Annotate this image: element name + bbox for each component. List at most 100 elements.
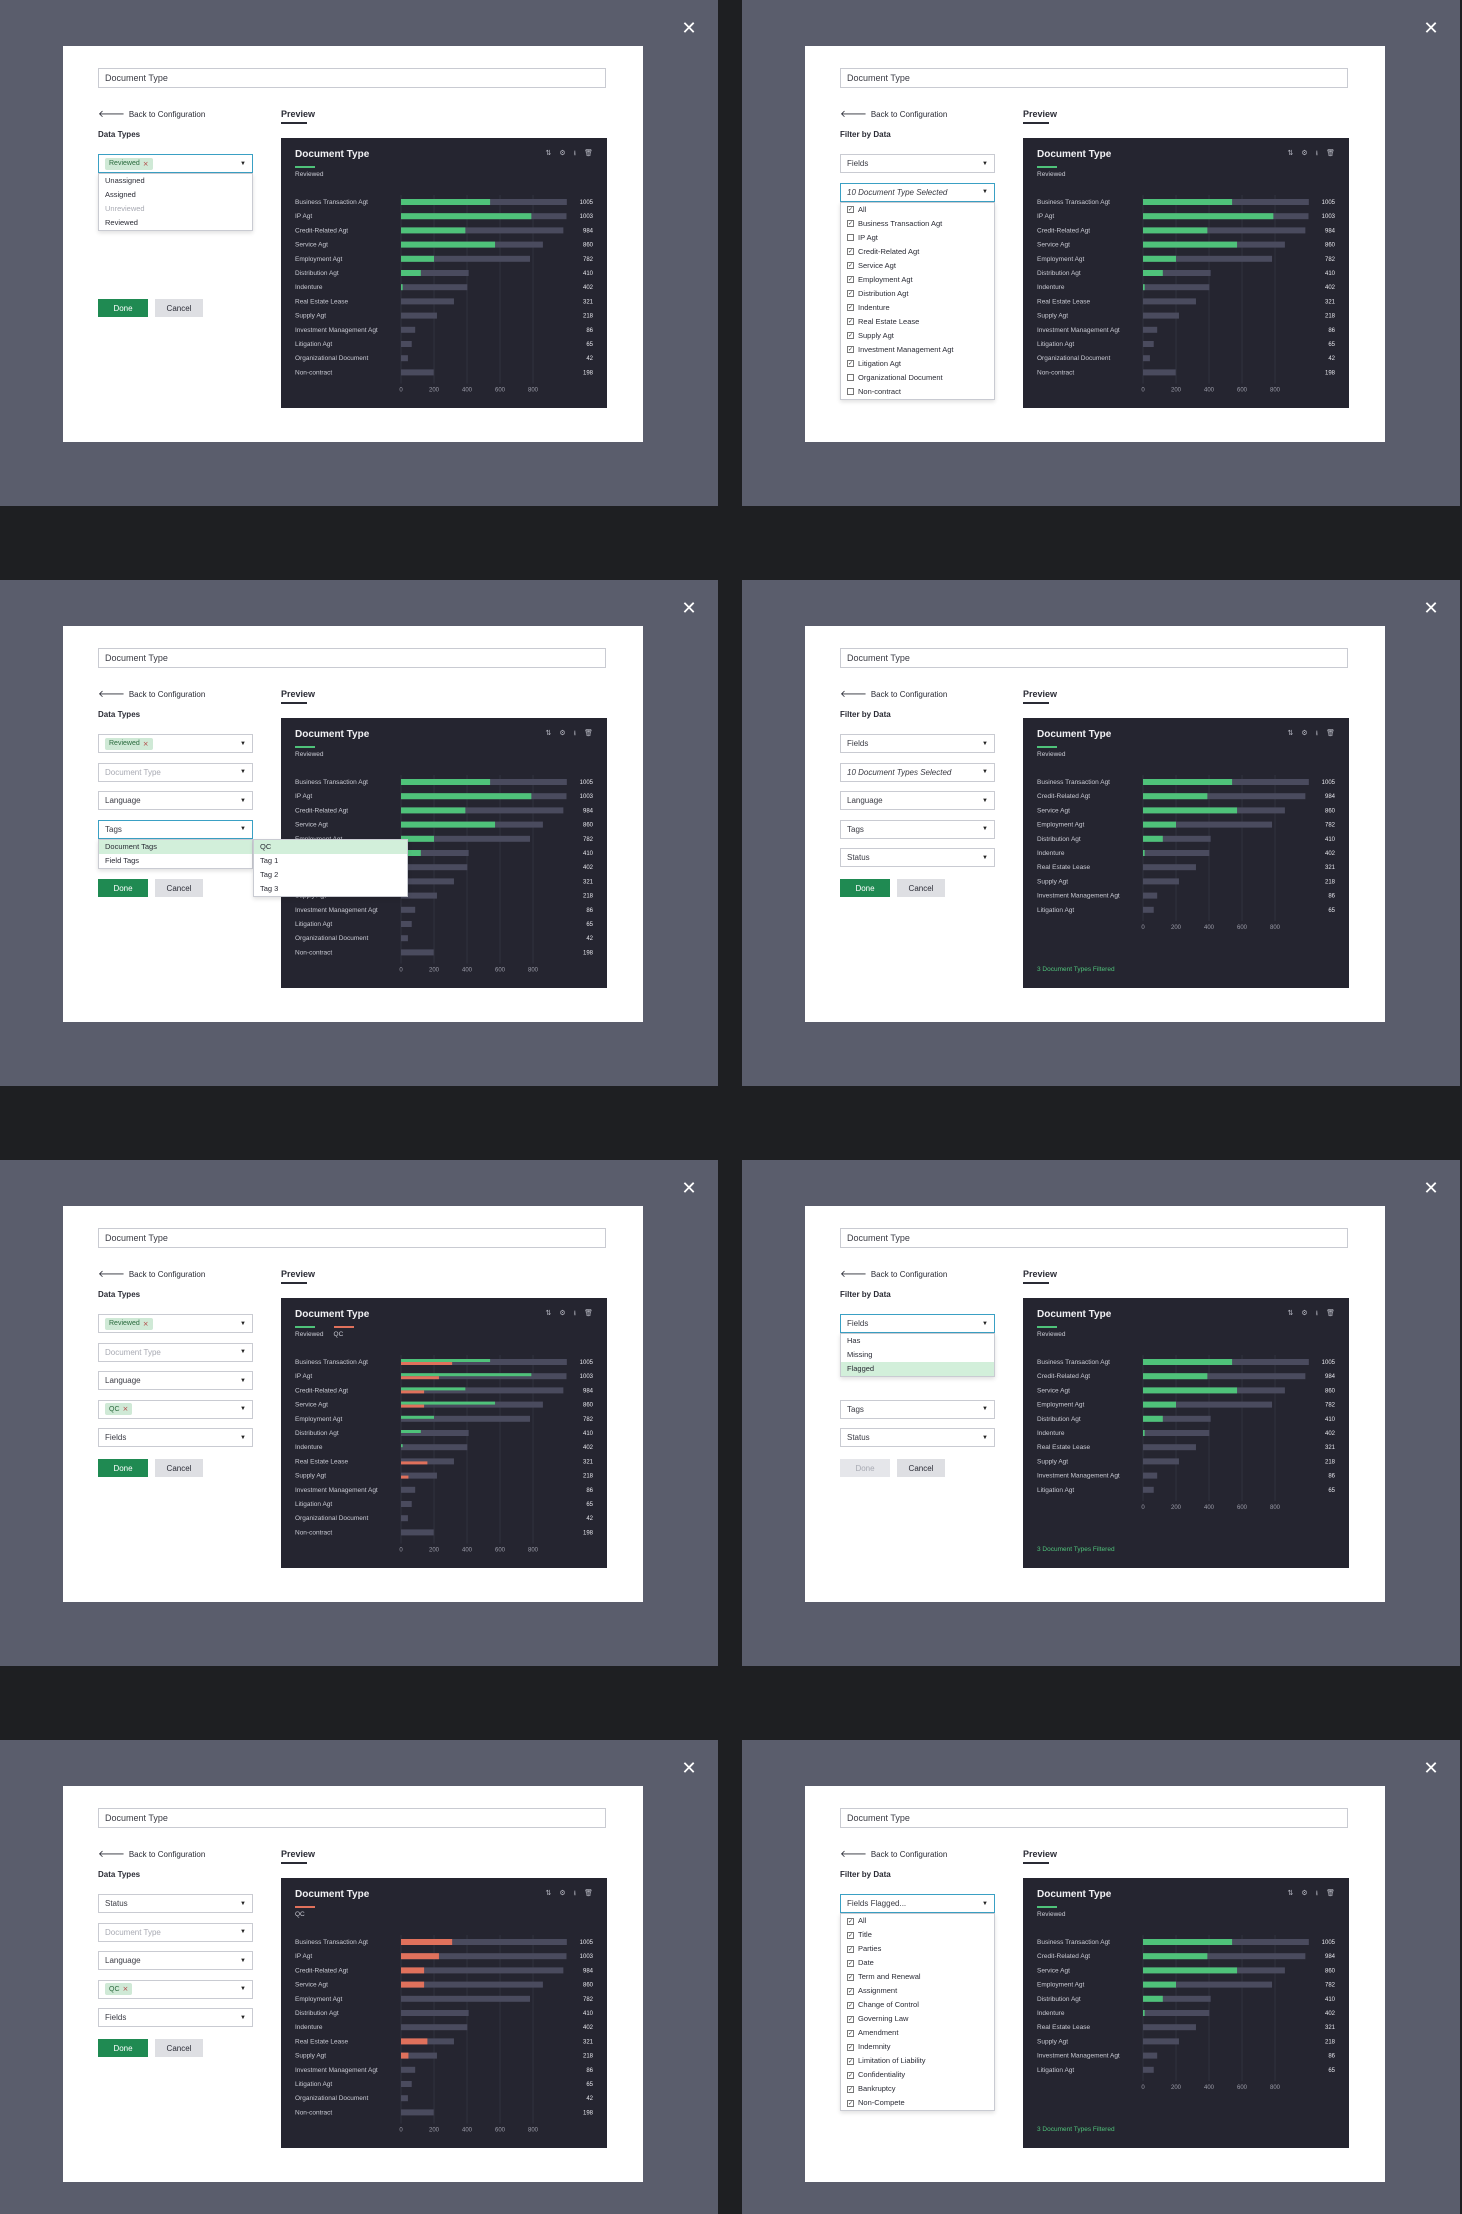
back-to-configuration-link[interactable]: 🡐 Back to Configuration — [840, 1848, 947, 1860]
select-field[interactable]: Document Type ▼ — [98, 1922, 253, 1942]
select-field[interactable]: Status ▼ — [840, 848, 995, 867]
back-to-configuration-link[interactable]: 🡐 Back to Configuration — [98, 688, 205, 700]
checkbox-checked-icon[interactable]: ✓ — [847, 290, 854, 297]
checkbox-checked-icon[interactable]: ✓ — [847, 318, 854, 325]
dropdown-option[interactable]: ✓ Indenture — [841, 301, 994, 315]
checkbox-checked-icon[interactable]: ✓ — [847, 332, 854, 339]
close-icon[interactable]: ✕ — [680, 600, 698, 618]
widget-title-input[interactable]: Document Type — [98, 1808, 606, 1828]
remove-tag-icon[interactable]: × — [123, 1985, 129, 1993]
select-field[interactable]: Document Type ▼ — [98, 762, 253, 782]
dropdown-option[interactable]: ✓ Term and Renewal — [841, 1970, 994, 1984]
dropdown-option[interactable]: ✓ Parties — [841, 1942, 994, 1956]
checkbox-checked-icon[interactable]: ✓ — [847, 2001, 854, 2009]
dropdown-option[interactable]: ✓ Bankruptcy — [841, 2082, 994, 2096]
checkbox-checked-icon[interactable]: ✓ — [847, 2057, 854, 2065]
back-to-configuration-link[interactable]: 🡐 Back to Configuration — [98, 1848, 205, 1860]
remove-tag-icon[interactable]: × — [143, 1320, 149, 1328]
checkbox-checked-icon[interactable]: ✓ — [847, 304, 854, 311]
checkbox-icon[interactable] — [847, 234, 854, 241]
dropdown-option[interactable]: Field Tags — [99, 854, 252, 868]
close-icon[interactable]: ✕ — [1422, 600, 1440, 618]
select-field[interactable]: Fields ▼ — [98, 1428, 253, 1447]
checkbox-checked-icon[interactable]: ✓ — [847, 1931, 854, 1939]
dropdown-option[interactable]: Unassigned — [99, 174, 252, 188]
back-to-configuration-link[interactable]: 🡐 Back to Configuration — [840, 1268, 947, 1280]
select-field[interactable]: 10 Document Types Selected ▼ — [840, 762, 995, 782]
close-icon[interactable]: ✕ — [1422, 1180, 1440, 1198]
select-field[interactable]: Reviewed × ▼ — [98, 734, 253, 753]
checkbox-checked-icon[interactable]: ✓ — [847, 2085, 854, 2093]
dropdown-option[interactable]: Organizational Document — [841, 371, 994, 385]
checkbox-checked-icon[interactable]: ✓ — [847, 1973, 854, 1981]
dropdown-option[interactable]: ✓ Investment Management Agt — [841, 343, 994, 357]
cancel-button[interactable]: Cancel — [155, 879, 203, 897]
checkbox-checked-icon[interactable]: ✓ — [847, 360, 854, 367]
dropdown-option[interactable]: ✓ Amendment — [841, 2026, 994, 2040]
dropdown-option[interactable]: ✓ Litigation Agt — [841, 357, 994, 371]
select-field[interactable]: Fields ▼ — [840, 734, 995, 753]
select-field[interactable]: Fields ▼ — [840, 1314, 995, 1333]
select-field[interactable]: Reviewed × ▼ — [98, 1314, 253, 1333]
back-to-configuration-link[interactable]: 🡐 Back to Configuration — [840, 108, 947, 120]
dropdown-option[interactable]: ✓ Business Transaction Agt — [841, 217, 994, 231]
cancel-button[interactable]: Cancel — [155, 299, 203, 317]
checkbox-checked-icon[interactable]: ✓ — [847, 1917, 854, 1925]
dropdown-option[interactable]: ✓ Title — [841, 1928, 994, 1942]
done-button[interactable]: Done — [840, 879, 890, 897]
checkbox-checked-icon[interactable]: ✓ — [847, 1959, 854, 1967]
submenu-option[interactable]: Tag 1 — [254, 854, 407, 868]
select-field[interactable]: Tags ▼ — [840, 1399, 995, 1419]
dropdown-option[interactable]: ✓ Governing Law — [841, 2012, 994, 2026]
widget-title-input[interactable]: Document Type — [98, 648, 606, 668]
close-icon[interactable]: ✕ — [1422, 1760, 1440, 1778]
checkbox-checked-icon[interactable]: ✓ — [847, 2043, 854, 2051]
select-field[interactable]: Language ▼ — [98, 1951, 253, 1970]
dropdown-option[interactable]: Reviewed — [99, 216, 252, 230]
dropdown-option[interactable]: ✓ Employment Agt — [841, 273, 994, 287]
dropdown-option[interactable]: Has — [841, 1334, 994, 1348]
dropdown-option[interactable]: ✓ Service Agt — [841, 259, 994, 273]
widget-title-input[interactable]: Document Type — [840, 1808, 1348, 1828]
dropdown-option[interactable]: ✓ Indemnity — [841, 2040, 994, 2054]
widget-title-input[interactable]: Document Type — [98, 1228, 606, 1248]
back-to-configuration-link[interactable]: 🡐 Back to Configuration — [98, 108, 205, 120]
select-field[interactable]: Status ▼ — [840, 1428, 995, 1447]
widget-title-input[interactable]: Document Type — [840, 68, 1348, 88]
back-to-configuration-link[interactable]: 🡐 Back to Configuration — [840, 688, 947, 700]
widget-title-input[interactable]: Document Type — [98, 68, 606, 88]
dropdown-option[interactable]: Document Tags — [99, 839, 252, 854]
widget-title-input[interactable]: Document Type — [840, 1228, 1348, 1248]
dropdown-option[interactable]: ✓ Date — [841, 1956, 994, 1970]
select-field[interactable]: Fields ▼ — [840, 154, 995, 173]
widget-title-input[interactable]: Document Type — [840, 648, 1348, 668]
checkbox-checked-icon[interactable]: ✓ — [847, 346, 854, 353]
checkbox-checked-icon[interactable]: ✓ — [847, 248, 854, 255]
select-field[interactable]: Fields ▼ — [98, 2008, 253, 2027]
close-icon[interactable]: ✕ — [680, 20, 698, 38]
done-button[interactable]: Done — [98, 879, 148, 897]
dropdown-option[interactable]: IP Agt — [841, 231, 994, 245]
cancel-button[interactable]: Cancel — [897, 879, 945, 897]
cancel-button[interactable]: Cancel — [155, 2039, 203, 2057]
cancel-button[interactable]: Cancel — [897, 1459, 945, 1477]
select-field[interactable]: Status ▼ — [98, 1894, 253, 1913]
dropdown-option[interactable]: Flagged — [841, 1362, 994, 1376]
submenu-option[interactable]: Tag 2 — [254, 868, 407, 882]
checkbox-checked-icon[interactable]: ✓ — [847, 220, 854, 227]
select-field[interactable]: Tags ▼ — [98, 819, 253, 839]
dropdown-option[interactable]: ✓ Confidentiality — [841, 2068, 994, 2082]
select-field[interactable]: Language ▼ — [840, 791, 995, 810]
remove-tag-icon[interactable]: × — [123, 1405, 129, 1413]
dropdown-option[interactable]: Non-contract — [841, 385, 994, 399]
checkbox-checked-icon[interactable]: ✓ — [847, 2029, 854, 2037]
checkbox-icon[interactable] — [847, 374, 854, 381]
dropdown-option[interactable]: ✓ Limitation of Liability — [841, 2054, 994, 2068]
select-field[interactable]: Reviewed × ▼ — [98, 154, 253, 173]
remove-tag-icon[interactable]: × — [143, 160, 149, 168]
done-button[interactable]: Done — [98, 1459, 148, 1477]
checkbox-checked-icon[interactable]: ✓ — [847, 1945, 854, 1953]
dropdown-option[interactable]: ✓ Real Estate Lease — [841, 315, 994, 329]
dropdown-option[interactable]: Assigned — [99, 188, 252, 202]
select-field[interactable]: Language ▼ — [98, 791, 253, 810]
